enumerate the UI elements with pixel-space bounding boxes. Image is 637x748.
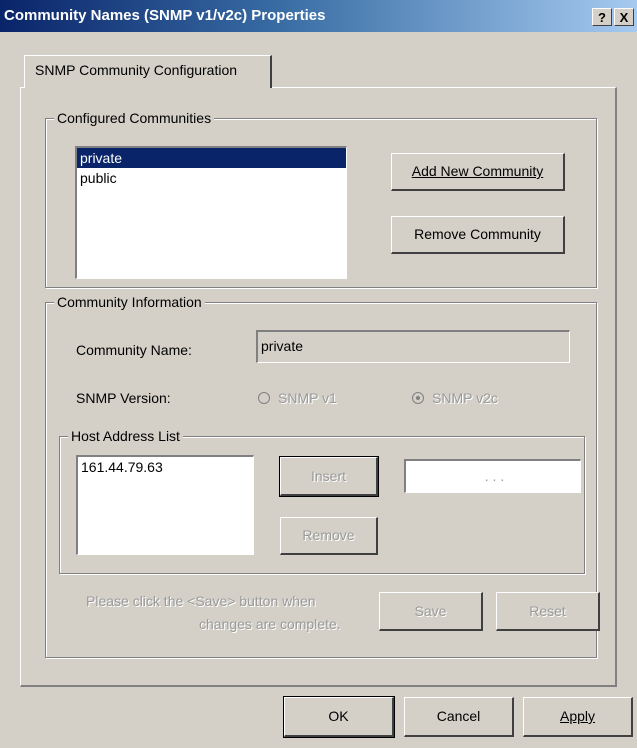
save-hint-line2: changes are complete.	[199, 616, 341, 632]
title-bar[interactable]: Community Names (SNMP v1/v2c) Properties…	[0, 0, 637, 32]
insert-button[interactable]: Insert	[279, 456, 379, 497]
radio-off-icon	[258, 392, 270, 404]
snmp-v2c-label: SNMP v2c	[432, 390, 498, 406]
remove-community-button[interactable]: Remove Community	[391, 216, 565, 254]
reset-button[interactable]: Reset	[496, 592, 600, 631]
help-button[interactable]: ?	[592, 8, 612, 26]
host-address-list-label: Host Address List	[68, 427, 183, 445]
save-button[interactable]: Save	[379, 592, 483, 631]
remove-host-button[interactable]: Remove	[280, 517, 378, 555]
host-address-list[interactable]: 161.44.79.63	[76, 455, 254, 555]
apply-button[interactable]: Apply	[523, 697, 633, 737]
configured-communities-group: Configured Communities private public Ad…	[45, 109, 597, 288]
window-title: Community Names (SNMP v1/v2c) Properties	[4, 7, 326, 24]
ok-button[interactable]: OK	[283, 696, 395, 738]
apply-label: Apply	[559, 708, 596, 724]
community-list[interactable]: private public	[75, 146, 347, 279]
community-information-group: Community Information Community Name: pr…	[45, 293, 600, 658]
tab-label: SNMP Community Configuration	[35, 62, 238, 78]
add-new-community-button[interactable]: Add New Community	[391, 153, 565, 191]
community-name-label: Community Name:	[76, 342, 192, 358]
remove-community-label: Remove Community	[414, 226, 541, 242]
reset-label: Reset	[529, 603, 566, 619]
radio-on-icon	[412, 392, 424, 404]
list-item[interactable]: private	[77, 148, 346, 168]
list-item[interactable]: public	[77, 168, 346, 188]
remove-host-label: Remove	[302, 527, 355, 543]
cancel-label: Cancel	[436, 708, 481, 724]
host-address-list-group: Host Address List 161.44.79.63 Insert Re…	[59, 427, 585, 574]
tab-panel: Configured Communities private public Ad…	[20, 87, 617, 687]
configured-communities-label: Configured Communities	[54, 109, 215, 127]
snmp-v1-radio[interactable]: SNMP v1	[258, 390, 337, 406]
save-hint-line1: Please click the <Save> button when	[86, 593, 316, 609]
add-new-community-label: Add New Community	[411, 163, 544, 179]
snmp-v2c-radio[interactable]: SNMP v2c	[412, 390, 498, 406]
tab-snmp-community-configuration[interactable]: SNMP Community Configuration	[24, 55, 272, 88]
close-button[interactable]: X	[614, 8, 634, 26]
insert-label: Insert	[310, 468, 346, 484]
list-item[interactable]: 161.44.79.63	[78, 457, 253, 477]
snmp-version-label: SNMP Version:	[76, 390, 171, 406]
community-name-field[interactable]: private	[256, 330, 570, 363]
save-label: Save	[414, 603, 447, 619]
ip-address-field[interactable]: . . .	[404, 459, 581, 493]
properties-dialog: Community Names (SNMP v1/v2c) Properties…	[0, 0, 637, 748]
ok-label: OK	[328, 708, 349, 724]
community-information-label: Community Information	[54, 293, 205, 311]
cancel-button[interactable]: Cancel	[404, 697, 514, 737]
snmp-v1-label: SNMP v1	[278, 390, 337, 406]
